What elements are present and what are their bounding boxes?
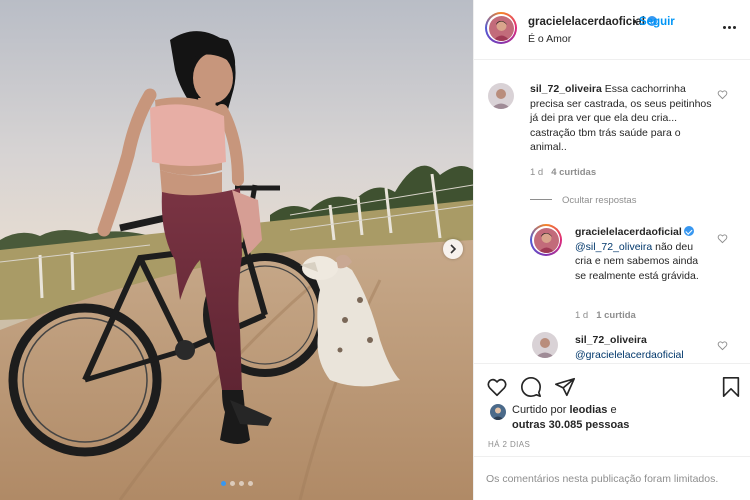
bookmark-icon[interactable] — [720, 376, 742, 398]
carousel-indicators — [0, 481, 473, 486]
comments-limited-notice: Os comentários nesta publicação foram li… — [474, 456, 750, 500]
next-slide-button[interactable] — [443, 239, 463, 259]
follow-button[interactable]: Seguir — [639, 16, 675, 28]
reply-mention[interactable]: @sil_72_oliveira — [575, 241, 652, 253]
comment-icon[interactable] — [520, 376, 542, 398]
author-username[interactable]: gracielelacerdaoficial — [528, 16, 657, 28]
carousel-dot — [220, 481, 226, 486]
liked-by-avatar[interactable] — [490, 404, 506, 420]
comment-username[interactable]: sil_72_oliveira — [530, 83, 602, 95]
carousel-dot — [229, 481, 235, 486]
post-photo[interactable] — [0, 0, 473, 500]
reply-username[interactable]: gracielelacerdaoficial — [575, 226, 682, 238]
author-avatar[interactable] — [485, 12, 517, 44]
reply-avatar[interactable] — [530, 224, 562, 256]
more-options-button[interactable] — [723, 22, 739, 32]
comment-likes[interactable]: 4 curtidas — [551, 167, 596, 178]
separator-dot: • — [633, 16, 637, 28]
post-header: gracielelacerdaoficial • Seguir É o Amor — [474, 0, 750, 60]
liked-by-others[interactable]: outras 30.085 pessoas — [512, 419, 629, 431]
post-timestamp[interactable]: HÁ 2 DIAS — [488, 440, 530, 449]
reply-username[interactable]: sil_72_oliveira — [575, 334, 647, 346]
chevron-right-icon — [450, 244, 457, 254]
instagram-post: gracielelacerdaoficial • Seguir É o Amor… — [0, 0, 750, 500]
share-icon[interactable] — [554, 376, 576, 398]
carousel-dot — [247, 481, 253, 486]
reply-mention[interactable]: @gracielelacerdaoficial — [575, 349, 684, 361]
post-subtitle[interactable]: É o Amor — [528, 33, 571, 45]
reply-meta: 1 d1 curtida — [575, 310, 636, 321]
hide-replies-button[interactable]: Ocultar respostas — [530, 195, 636, 206]
comments-list[interactable]: sil_72_oliveira Essa cachorrinha precisa… — [474, 61, 750, 363]
reply-avatar[interactable] — [532, 332, 558, 358]
photo-scene — [0, 0, 473, 500]
post-actions: Curtido por leodias e outras 30.085 pess… — [474, 363, 750, 500]
more-icon — [723, 25, 726, 29]
liked-by-user[interactable]: leodias — [569, 404, 607, 416]
heart-icon[interactable] — [717, 233, 728, 244]
commenter-avatar[interactable] — [488, 83, 514, 109]
reply-text: sil_72_oliveira @gracielelacerdaoficial — [575, 333, 715, 362]
comment-meta: 1 d4 curtidas — [530, 167, 597, 178]
comment-text: sil_72_oliveira Essa cachorrinha precisa… — [530, 83, 712, 153]
reply-likes[interactable]: 1 curtida — [596, 310, 636, 321]
carousel-dot — [238, 481, 244, 486]
heart-icon[interactable] — [717, 89, 728, 100]
likes-summary: Curtido por leodias e outras 30.085 pess… — [512, 404, 630, 431]
reply-text: gracielelacerdaoficial @sil_72_oliveira … — [575, 226, 699, 282]
heart-icon[interactable] — [717, 340, 728, 351]
verified-icon — [683, 226, 694, 236]
post-side-panel: gracielelacerdaoficial • Seguir É o Amor… — [473, 0, 750, 500]
heart-icon[interactable] — [486, 376, 508, 398]
